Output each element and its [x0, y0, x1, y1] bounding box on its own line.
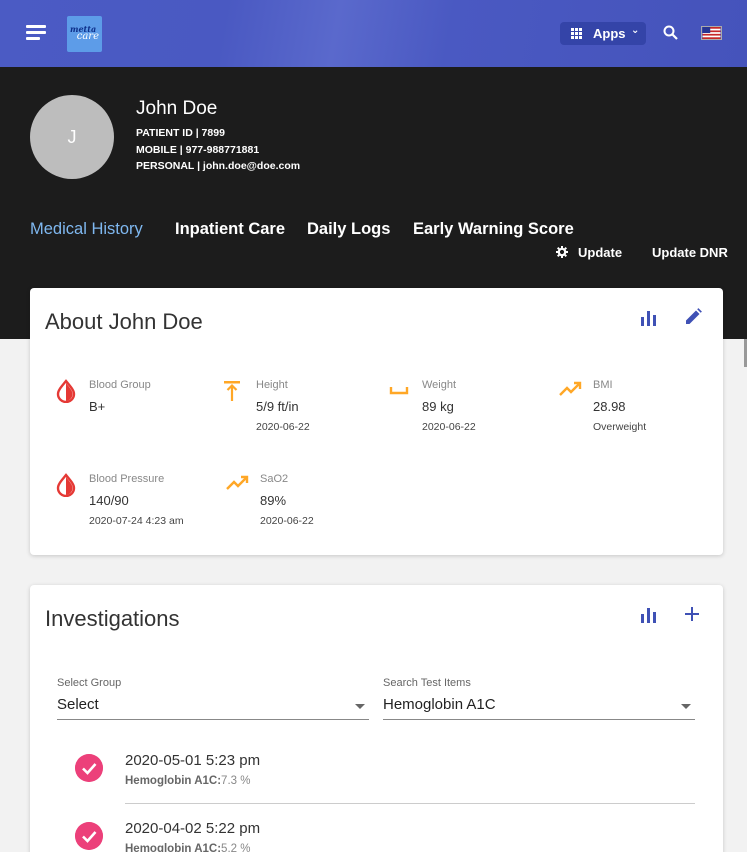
- group-select-label: Select Group: [57, 677, 122, 689]
- vital-height: Height 5/9 ft/in 2020-06-22: [222, 379, 372, 439]
- search-icon[interactable]: [663, 25, 678, 40]
- group-select[interactable]: Select: [57, 694, 369, 720]
- trend-icon: [559, 381, 582, 396]
- gear-icon: [556, 246, 568, 258]
- app-logo[interactable]: metta care: [67, 16, 102, 52]
- blood-drop-icon: [56, 379, 76, 403]
- investigation-result: Hemoglobin A1C:5.2 %: [125, 843, 250, 852]
- vital-date: 2020-07-24 4:23 am: [89, 515, 184, 527]
- patient-email: PERSONAL | john.doe@doe.com: [136, 160, 301, 172]
- update-dnr-button[interactable]: Update DNR: [652, 245, 728, 260]
- vital-date: 2020-06-22: [260, 515, 314, 527]
- vital-value: 5/9 ft/in: [256, 399, 299, 414]
- search-test-select[interactable]: Hemoglobin A1C: [383, 694, 695, 720]
- check-circle-icon: [75, 754, 103, 782]
- edit-pencil-icon[interactable]: [684, 308, 702, 326]
- investigation-test-name: Hemoglobin A1C:: [125, 843, 222, 852]
- apps-label: Apps: [593, 26, 626, 41]
- tab-early-warning-score[interactable]: Early Warning Score: [413, 220, 574, 239]
- tab-daily-logs[interactable]: Daily Logs: [307, 220, 390, 239]
- vital-bmi: BMI 28.98 Overweight: [559, 379, 709, 439]
- chevron-down-icon: ⌄: [631, 25, 640, 36]
- vital-value: 89 kg: [422, 399, 454, 414]
- vital-sao2: SaO2 89% 2020-06-22: [226, 473, 376, 533]
- tab-medical-history[interactable]: Medical History: [30, 220, 143, 239]
- patient-mobile: MOBILE | 977-988771881: [136, 144, 260, 156]
- patient-id: PATIENT ID | 7899: [136, 127, 225, 139]
- search-test-label: Search Test Items: [383, 677, 471, 689]
- caret-down-icon: [681, 704, 691, 709]
- vital-label: Blood Pressure: [89, 473, 165, 485]
- trend-icon: [226, 475, 249, 490]
- investigation-result: Hemoglobin A1C:7.3 %: [125, 775, 250, 787]
- investigation-value: 5.2 %: [221, 843, 251, 852]
- vital-label: SaO2: [260, 473, 289, 485]
- search-test-value: Hemoglobin A1C: [383, 696, 496, 713]
- about-title: About John Doe: [45, 309, 203, 334]
- height-icon: [224, 381, 240, 401]
- update-label: Update: [578, 245, 623, 260]
- about-card: About John Doe Blood Group B+ Height 5/9…: [30, 288, 723, 555]
- add-icon[interactable]: [685, 607, 699, 621]
- bar-chart-icon[interactable]: [640, 607, 657, 623]
- vital-value: B+: [89, 399, 106, 414]
- vital-value: 140/90: [89, 493, 129, 508]
- investigation-value: 7.3 %: [221, 775, 251, 787]
- bar-chart-icon[interactable]: [640, 310, 657, 326]
- patient-name: John Doe: [136, 98, 218, 119]
- vital-weight: Weight 89 kg 2020-06-22: [388, 379, 538, 439]
- list-item[interactable]: 2020-05-01 5:23 pm Hemoglobin A1C:7.3 %: [75, 752, 695, 802]
- vital-value: 89%: [260, 493, 287, 508]
- blood-drop-icon: [56, 473, 76, 497]
- vital-date: 2020-06-22: [256, 421, 310, 433]
- menu-icon[interactable]: [26, 25, 46, 41]
- vital-label: BMI: [593, 379, 613, 391]
- investigation-test-name: Hemoglobin A1C:: [125, 775, 222, 787]
- investigations-title: Investigations: [45, 606, 180, 631]
- investigation-date: 2020-04-02 5:22 pm: [125, 820, 261, 837]
- vital-label: Blood Group: [89, 379, 151, 391]
- list-item[interactable]: 2020-04-02 5:22 pm Hemoglobin A1C:5.2 %: [75, 820, 695, 852]
- tab-inpatient-care[interactable]: Inpatient Care: [175, 220, 285, 239]
- vital-value: 28.98: [593, 399, 626, 414]
- apps-button[interactable]: Apps ⌄: [560, 22, 646, 45]
- caret-down-icon: [355, 704, 365, 709]
- vital-blood-pressure: Blood Pressure 140/90 2020-07-24 4:23 am: [55, 473, 215, 533]
- us-flag-icon[interactable]: [701, 26, 722, 40]
- weight-icon: [389, 387, 409, 395]
- top-app-bar: metta care Apps ⌄: [0, 0, 747, 67]
- check-circle-icon: [75, 822, 103, 850]
- group-select-value: Select: [57, 696, 99, 713]
- vital-label: Height: [256, 379, 288, 391]
- vital-blood-group: Blood Group B+: [55, 379, 205, 439]
- apps-grid-icon: [571, 28, 583, 39]
- investigations-card: Investigations Select Group Select Searc…: [30, 585, 723, 852]
- investigation-date: 2020-05-01 5:23 pm: [125, 752, 261, 769]
- avatar: J: [30, 95, 114, 179]
- divider: [125, 803, 695, 804]
- vital-label: Weight: [422, 379, 457, 391]
- vital-status: Overweight: [593, 421, 647, 433]
- vital-date: 2020-06-22: [422, 421, 476, 433]
